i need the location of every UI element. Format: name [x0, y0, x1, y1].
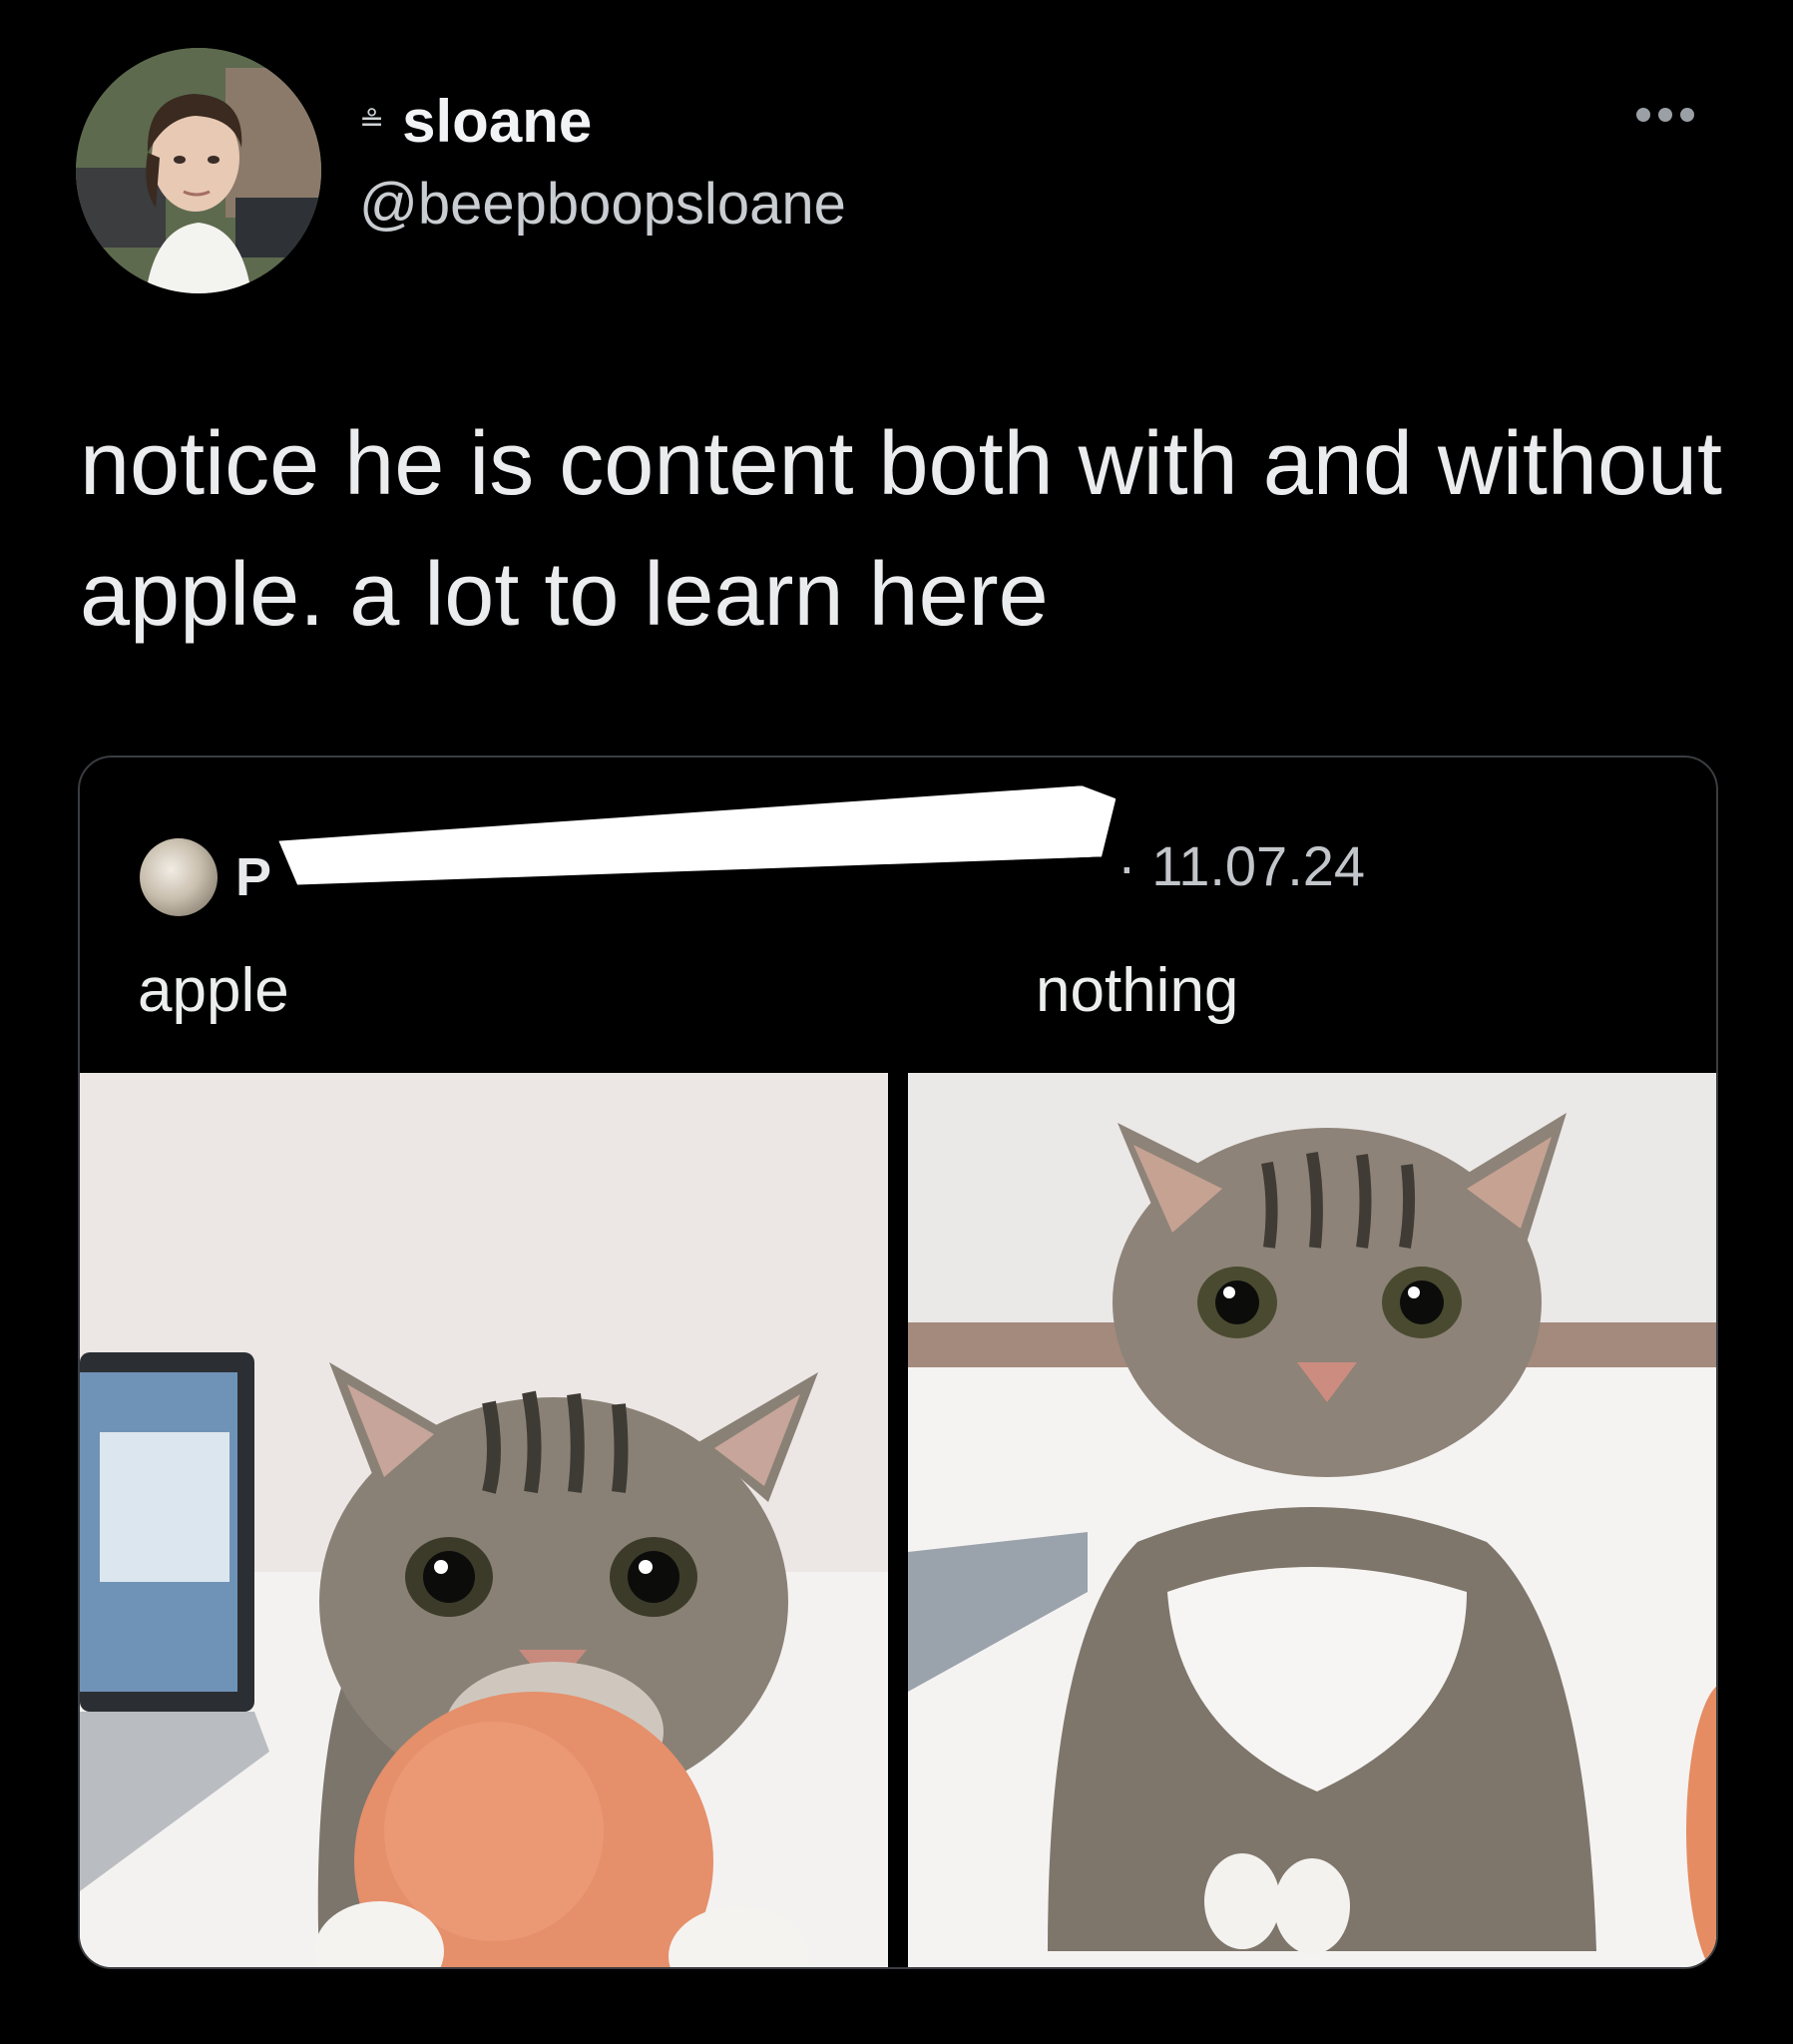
- photo-cat-with-nothing[interactable]: [908, 1073, 1716, 1967]
- label-nothing: nothing: [1036, 956, 1239, 1025]
- author-display-name[interactable]: sloane: [402, 92, 592, 152]
- status-emoji-icon: ≗: [359, 105, 385, 138]
- tweet-text: notice he is content both with and witho…: [80, 414, 1723, 645]
- author-info: ≗ sloane @beepboopsloane: [359, 92, 846, 234]
- more-options-icon[interactable]: [1636, 108, 1694, 122]
- photo-divider: [888, 1073, 908, 1967]
- quoted-tweet-date[interactable]: · 11.07.24: [1118, 833, 1365, 898]
- quoted-author-name[interactable]: P: [235, 846, 271, 908]
- redaction-mark: [277, 784, 1118, 891]
- quoted-tweet-header: P: [140, 827, 271, 927]
- quoted-author-avatar[interactable]: [140, 838, 218, 916]
- author-avatar[interactable]: [76, 48, 321, 293]
- quoted-tweet-card[interactable]: P · 11.07.24 apple nothing: [78, 756, 1718, 1969]
- photo-cat-with-apple[interactable]: [80, 1073, 888, 1967]
- label-apple: apple: [138, 956, 289, 1025]
- author-handle[interactable]: @beepboopsloane: [359, 176, 846, 234]
